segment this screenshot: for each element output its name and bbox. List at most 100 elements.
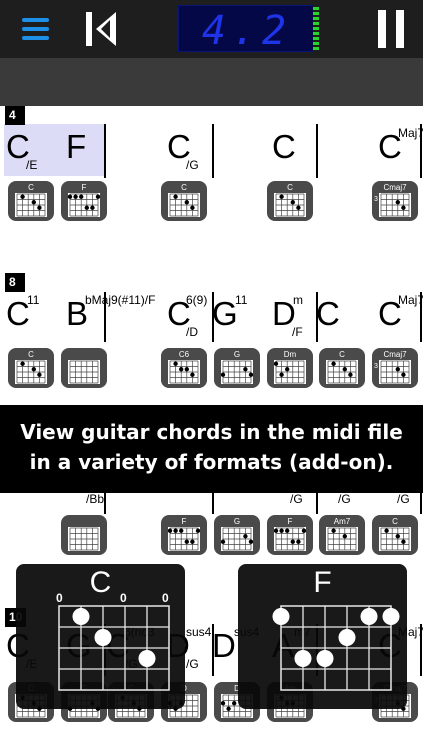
finger-dot [138,650,156,667]
beat-level-meter [313,5,319,52]
chord-root: C [272,128,296,165]
chord-bass-note: /G [186,657,199,671]
chord-diagram-chip[interactable] [61,348,107,388]
bar-line [212,124,214,178]
chip-chord-label: C [339,350,345,359]
tempo-display: 4.2 [178,5,314,54]
chord-bass-note: /G [186,158,199,172]
chord-grid-icon [274,527,306,551]
chord-diagram-chip[interactable]: F [61,181,107,221]
chip-chord-label: Cmaj7 [383,183,407,192]
chord-symbol[interactable]: C 6(9)/D [167,293,207,339]
measure-number: 4 [5,106,25,125]
chord-grid-icon [379,360,411,384]
finger-dot [94,629,112,646]
chord-fretboard [272,605,400,691]
big-chord-diagram-c[interactable]: C 000 [16,564,185,709]
bar-line [104,124,106,178]
chip-chord-label: G [233,517,241,526]
chord-symbol[interactable]: CMaj7 [378,293,423,330]
chord-diagram-chip[interactable]: Dm [267,348,313,388]
chord-symbol[interactable]: Dm/F [272,293,303,339]
chord-diagram-chip[interactable]: C [161,181,207,221]
fret-number: 3 [374,196,378,203]
chord-grid-icon [168,527,200,551]
chord-diagram-chip[interactable]: C [267,181,313,221]
chord-diagram-chip[interactable]: F [267,515,313,555]
finger-dot [72,608,90,625]
chord-extension: Maj7 [398,126,423,140]
chord-grid-icon [326,527,358,551]
open-string-marker: 0 [120,591,127,605]
finger-dot [382,608,400,625]
chord-diagram-chip[interactable]: C [372,515,418,555]
tempo-value: 4.2 [201,8,293,54]
bar-line [420,492,422,514]
chip-chord-label: C [181,183,187,192]
chord-diagram-chip[interactable]: C [8,181,54,221]
app-window: 4.2 4 C/E F C/G C C Maj7 C F C C Cmaj7 3 8 C 11 BbMaj9(#… [0,0,423,750]
finger-dot [316,650,334,667]
chord-diagram-chip[interactable]: Cmaj7 3 [372,181,418,221]
chip-chord-label: Am7 [333,517,351,526]
chord-symbol[interactable]: Dsus4 [212,625,259,664]
chip-chord-label: Dm [283,350,297,359]
chord-symbol[interactable]: C [272,130,296,163]
chip-chord-label: F [287,517,293,526]
chord-symbol[interactable]: CMaj7 [378,126,423,163]
chord-bass-note: /G [290,492,303,506]
chord-grid-icon [68,193,100,217]
skip-to-start-icon[interactable] [82,10,120,48]
chord-symbol[interactable]: C 11 [6,293,39,330]
finger-dot [360,608,378,625]
chip-chord-label: F [81,183,87,192]
chord-root: D [212,627,236,664]
chord-diagram-chip[interactable]: Cmaj7 3 [372,348,418,388]
chord-extension: 11 [235,293,248,307]
bar-line [316,492,318,514]
chord-symbol[interactable]: C/E [6,130,37,172]
pause-icon[interactable] [378,10,404,48]
chord-extension: 11 [27,293,40,307]
chord-diagram-chip[interactable] [61,515,107,555]
chord-symbol[interactable]: C/G [167,130,199,172]
chord-diagram-chip[interactable]: Am7 [319,515,365,555]
chord-symbol[interactable]: G 11 [212,293,247,332]
chord-grid-icon [274,193,306,217]
chord-extension: bMaj9(#11)/F [85,293,156,307]
chord-grid-icon [168,193,200,217]
hamburger-menu-icon[interactable] [18,14,52,44]
chord-diagram-chip[interactable]: F [161,515,207,555]
chord-diagram-chip[interactable]: G [214,515,260,555]
chord-symbol[interactable]: BbMaj9(#11)/F [66,293,155,330]
chord-extension: Maj7 [398,293,423,307]
top-toolbar: 4.2 [0,0,423,58]
chord-diagram-chip[interactable]: C [319,348,365,388]
chip-chord-label: Cmaj7 [383,350,407,359]
chip-chord-label: G [233,350,241,359]
caption-line-1: View guitar chords in the midi file [20,420,403,444]
chord-bass-note: /G [338,492,351,506]
chip-chord-label: C [287,183,293,192]
chord-diagram-chip[interactable]: C [8,348,54,388]
chord-diagram-chip[interactable]: G [214,348,260,388]
chord-root: C [316,295,340,332]
chord-grid-icon [168,360,200,384]
big-chord-diagram-f[interactable]: F [238,564,407,709]
chord-grid-icon [221,527,253,551]
chord-diagram-chip[interactable]: C6 [161,348,207,388]
finger-dot [338,629,356,646]
caption-line-2: in a variety of formats (add-on). [29,450,394,474]
bar-line [316,124,318,178]
chord-grid-icon [379,193,411,217]
chip-chord-label: C [28,183,34,192]
chord-symbol[interactable]: F [66,130,86,163]
chord-root: G [212,295,238,332]
bar-line [104,492,106,514]
chip-chord-label: F [181,517,187,526]
open-string-marker: 0 [56,591,63,605]
fret-number: 3 [374,363,378,370]
chord-bass-note: /G [397,492,410,506]
chord-grid-icon [15,193,47,217]
chord-symbol[interactable]: C [316,297,340,330]
